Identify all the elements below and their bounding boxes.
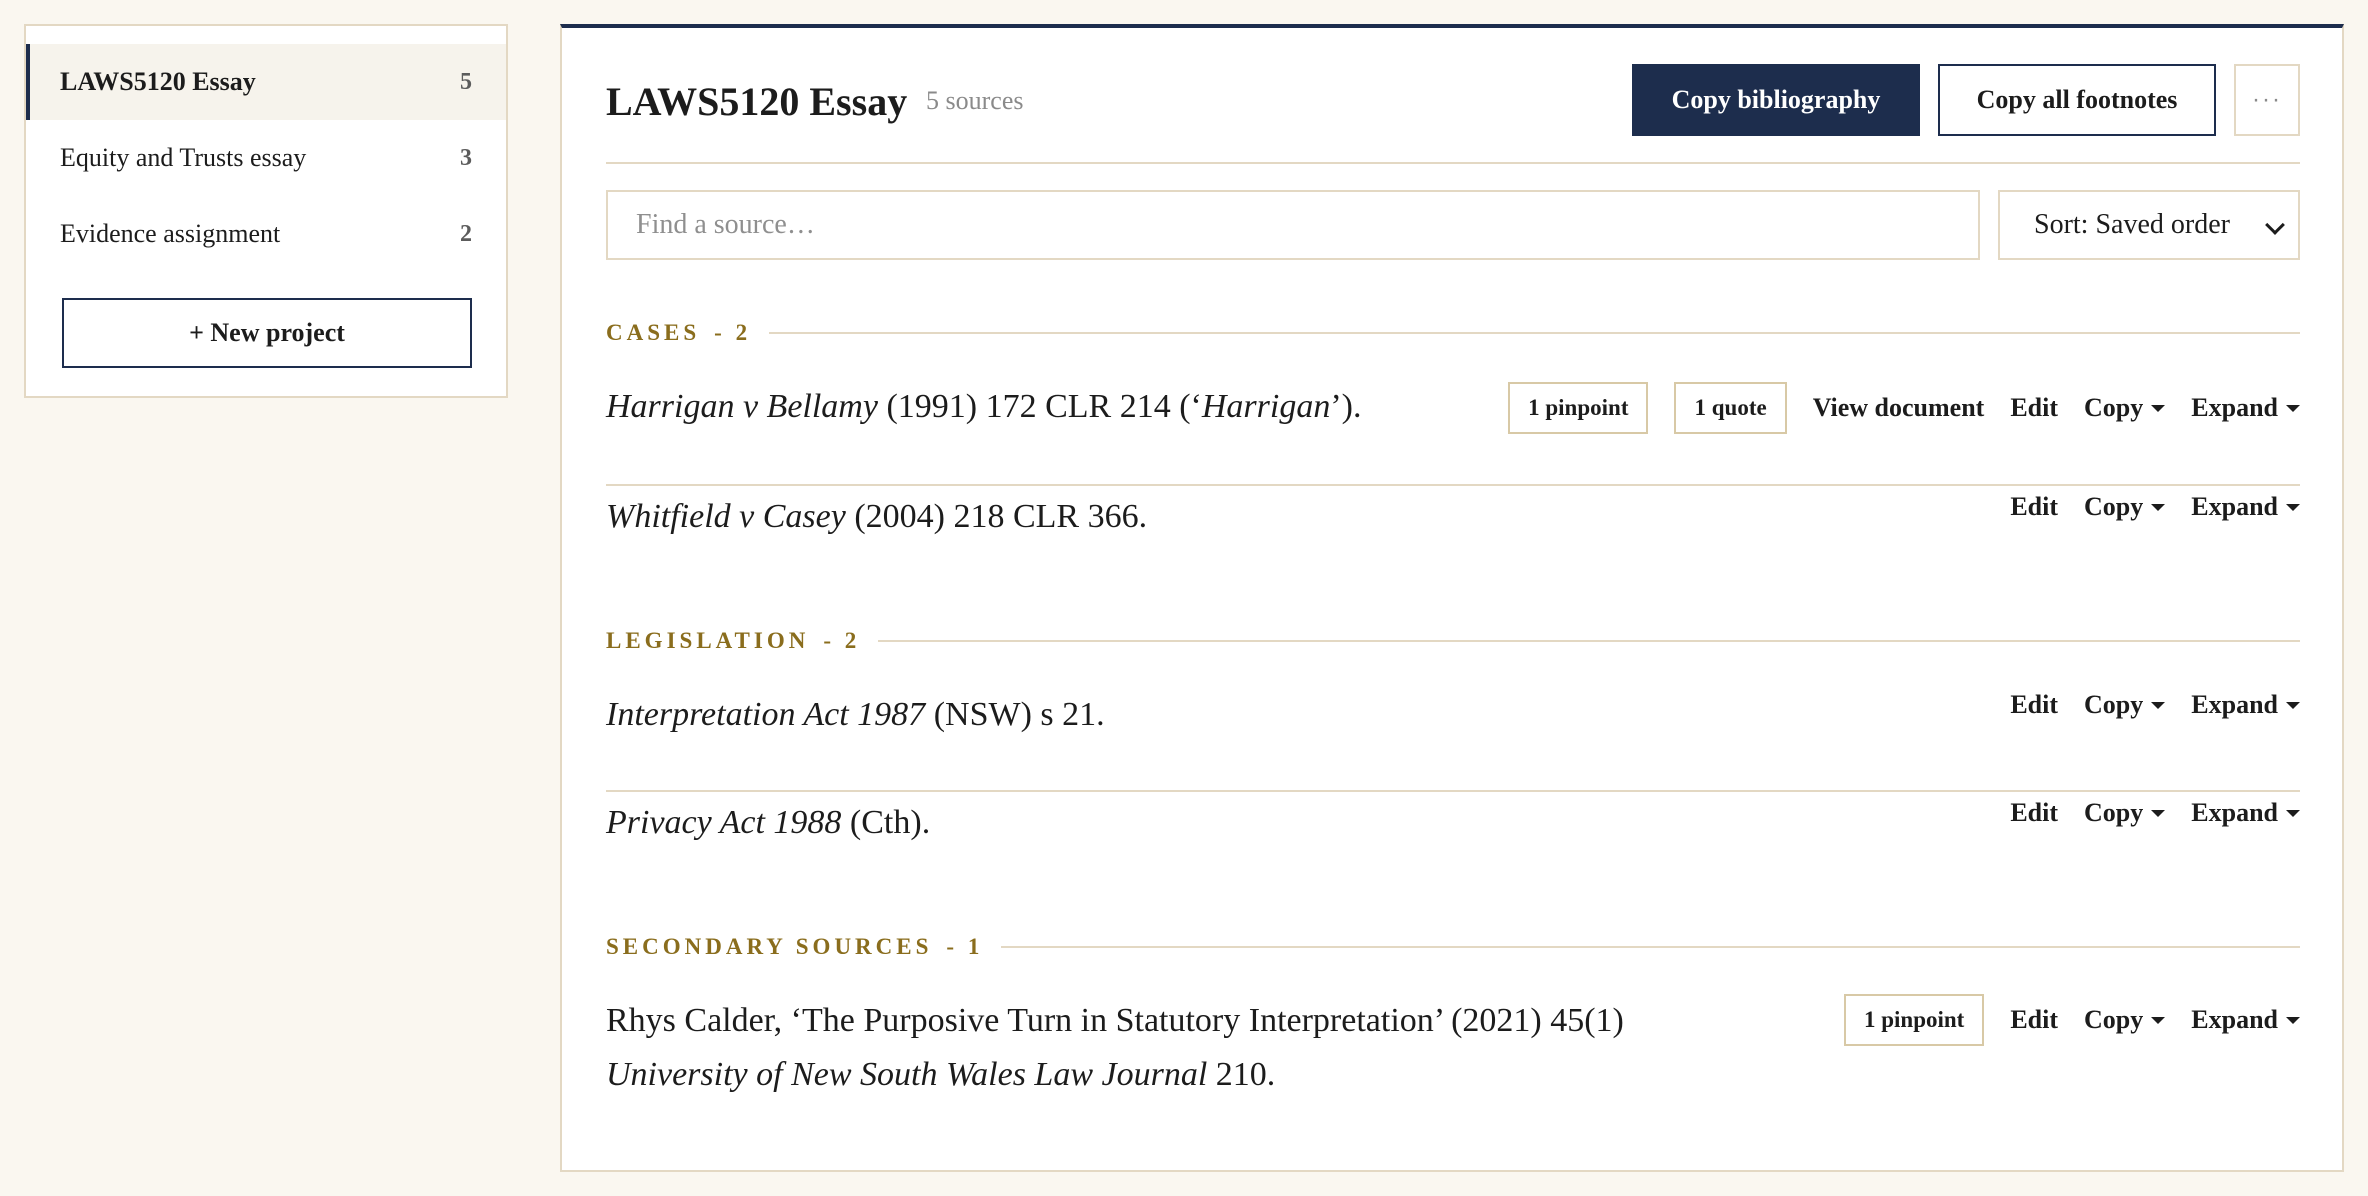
- search-input[interactable]: [606, 190, 1980, 260]
- expand-label: Expand: [2191, 798, 2278, 827]
- section-count: - 2: [714, 320, 752, 345]
- project-item-evidence[interactable]: Evidence assignment 2: [26, 196, 506, 272]
- citation-text: Rhys Calder, ‘The Purposive Turn in Stat…: [606, 994, 1806, 1102]
- caret-down-icon: [2151, 809, 2166, 817]
- ellipsis-icon: ···: [2252, 86, 2282, 113]
- section-label: SECONDARY SOURCES: [606, 934, 933, 959]
- project-item-equity-trusts[interactable]: Equity and Trusts essay 3: [26, 120, 506, 196]
- citation-detail: 210.: [1207, 1056, 1276, 1093]
- citation-text: Harrigan v Bellamy (1991) 172 CLR 214 (‘…: [606, 380, 1362, 434]
- new-project-button[interactable]: + New project: [62, 298, 472, 368]
- more-options-button[interactable]: ···: [2234, 64, 2300, 136]
- expand-dropdown[interactable]: Expand: [2191, 393, 2300, 423]
- citation-detail: ’).: [1330, 388, 1362, 425]
- section-divider: [769, 332, 2300, 334]
- section-count: - 2: [823, 628, 861, 653]
- case-name: Harrigan v Bellamy: [606, 388, 878, 425]
- page-title: LAWS5120 Essay: [606, 79, 908, 124]
- copy-label: Copy: [2084, 690, 2144, 719]
- copy-dropdown[interactable]: Copy: [2084, 1005, 2166, 1035]
- project-sidebar: LAWS5120 Essay 5 Equity and Trusts essay…: [24, 24, 508, 398]
- caret-down-icon: [2151, 404, 2166, 412]
- section-label: LEGISLATION: [606, 628, 810, 653]
- sort-label: Sort: Saved order: [2034, 209, 2230, 240]
- caret-down-icon: [2151, 701, 2166, 709]
- copy-label: Copy: [2084, 1005, 2144, 1034]
- edit-link[interactable]: Edit: [2010, 393, 2058, 423]
- pinpoint-chip[interactable]: 1 pinpoint: [1508, 382, 1649, 434]
- row-divider: [606, 790, 2300, 792]
- quote-chip[interactable]: 1 quote: [1674, 382, 1787, 434]
- sort-select[interactable]: Sort: Saved order: [1998, 190, 2300, 260]
- row-actions: Edit Copy Expand: [2010, 798, 2300, 828]
- expand-dropdown[interactable]: Expand: [2191, 1005, 2300, 1035]
- project-item-laws5120[interactable]: LAWS5120 Essay 5: [26, 44, 506, 120]
- project-name: LAWS5120 Essay: [60, 67, 256, 96]
- chevron-down-icon: [2265, 215, 2285, 235]
- citation-detail: Rhys Calder, ‘The Purposive Turn in Stat…: [606, 1002, 1624, 1039]
- citation-text: Interpretation Act 1987 (NSW) s 21.: [606, 688, 1105, 742]
- pinpoint-chip[interactable]: 1 pinpoint: [1843, 994, 1985, 1046]
- section-header-legislation: LEGISLATION - 2: [606, 626, 2300, 656]
- case-name: Whitfield v Casey: [606, 498, 846, 535]
- expand-dropdown[interactable]: Expand: [2191, 690, 2300, 720]
- citation-text: Privacy Act 1988 (Cth).: [606, 796, 930, 850]
- row-actions: Edit Copy Expand: [2010, 690, 2300, 720]
- caret-down-icon: [2286, 1016, 2300, 1024]
- project-panel: LAWS5120 Essay 5 sources Copy bibliograp…: [560, 24, 2344, 1172]
- caret-down-icon: [2286, 809, 2300, 817]
- section-label: CASES: [606, 320, 701, 345]
- edit-link[interactable]: Edit: [2010, 492, 2058, 522]
- project-name: Equity and Trusts essay: [60, 143, 307, 172]
- citation-detail: (Cth).: [841, 804, 931, 841]
- caret-down-icon: [2286, 503, 2300, 511]
- section-header-secondary-sources: SECONDARY SOURCES - 1: [606, 932, 2300, 962]
- caret-down-icon: [2151, 1016, 2166, 1024]
- copy-label: Copy: [2084, 798, 2144, 827]
- project-count: 3: [460, 144, 472, 171]
- short-title: Harrigan: [1201, 388, 1331, 425]
- expand-label: Expand: [2191, 690, 2278, 719]
- caret-down-icon: [2151, 503, 2166, 511]
- expand-label: Expand: [2191, 1005, 2278, 1034]
- project-count: 5: [460, 68, 472, 95]
- copy-dropdown[interactable]: Copy: [2084, 690, 2166, 720]
- expand-label: Expand: [2191, 393, 2278, 422]
- journal-name: University of New South Wales Law Journa…: [606, 1056, 1208, 1093]
- expand-dropdown[interactable]: Expand: [2191, 492, 2300, 522]
- section-header-cases: CASES - 2: [606, 318, 2300, 348]
- copy-dropdown[interactable]: Copy: [2084, 798, 2166, 828]
- header-divider: [606, 162, 2300, 164]
- caret-down-icon: [2286, 404, 2300, 412]
- section-divider: [1001, 946, 2300, 948]
- edit-link[interactable]: Edit: [2010, 798, 2058, 828]
- copy-dropdown[interactable]: Copy: [2084, 393, 2166, 423]
- citation-detail: (NSW) s 21.: [925, 696, 1105, 733]
- citation-detail: (2004) 218 CLR 366.: [845, 498, 1148, 535]
- section-count: - 1: [946, 934, 984, 959]
- citation-detail: (1991) 172 CLR 214 (‘: [877, 388, 1202, 425]
- copy-all-footnotes-button[interactable]: Copy all footnotes: [1938, 64, 2216, 136]
- row-divider: [606, 484, 2300, 486]
- edit-link[interactable]: Edit: [2010, 1005, 2058, 1035]
- edit-link[interactable]: Edit: [2010, 690, 2058, 720]
- citation-text: Whitfield v Casey (2004) 218 CLR 366.: [606, 490, 1147, 544]
- act-name: Privacy Act 1988: [606, 804, 842, 841]
- copy-label: Copy: [2084, 393, 2144, 422]
- expand-dropdown[interactable]: Expand: [2191, 798, 2300, 828]
- row-actions: 1 pinpoint 1 quote View document Edit Co…: [1508, 382, 2300, 434]
- copy-dropdown[interactable]: Copy: [2084, 492, 2166, 522]
- view-document-link[interactable]: View document: [1813, 393, 1985, 423]
- expand-label: Expand: [2191, 492, 2278, 521]
- caret-down-icon: [2286, 701, 2300, 709]
- copy-label: Copy: [2084, 492, 2144, 521]
- act-name: Interpretation Act 1987: [606, 696, 926, 733]
- row-actions: Edit Copy Expand: [2010, 492, 2300, 522]
- section-divider: [878, 640, 2300, 642]
- source-count: 5 sources: [926, 86, 1024, 115]
- project-count: 2: [460, 220, 472, 247]
- row-actions: 1 pinpoint Edit Copy Expand: [1843, 994, 2300, 1046]
- copy-bibliography-button[interactable]: Copy bibliography: [1632, 64, 1920, 136]
- project-name: Evidence assignment: [60, 219, 281, 248]
